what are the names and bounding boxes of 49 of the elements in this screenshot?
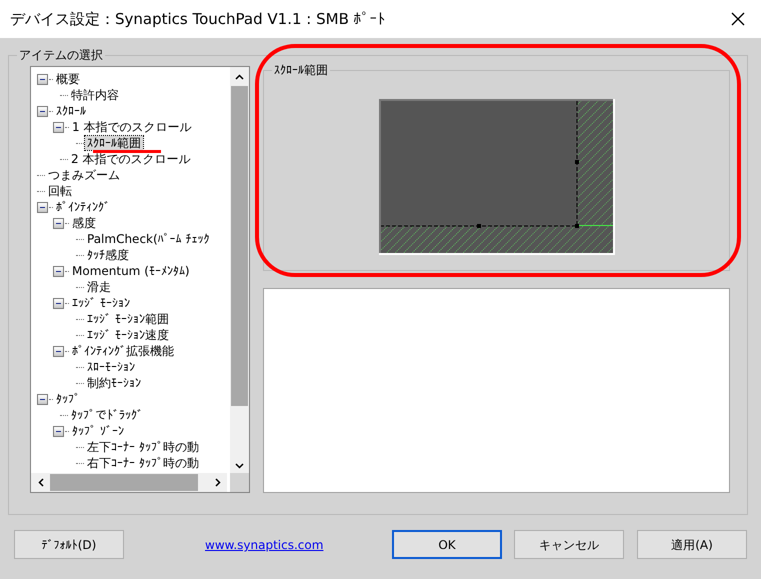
group-title: アイテムの選択 xyxy=(18,48,104,62)
tree-item[interactable]: ﾎﾟｲﾝﾃｨﾝｸﾞ拡張機能 xyxy=(70,344,176,358)
tree-item[interactable]: ｴｯｼﾞ ﾓｰｼｮﾝ xyxy=(70,296,132,310)
close-icon xyxy=(731,12,745,26)
scrollbar-corner xyxy=(230,473,249,492)
tree-item[interactable]: ﾀｯﾁ感度 xyxy=(85,248,131,262)
tree-item[interactable]: 感度 xyxy=(70,216,98,230)
scrollbar-thumb[interactable] xyxy=(231,86,248,406)
window-title: デバイス設定：Synaptics TouchPad V1.1 : SMB ﾎﾟｰﾄ xyxy=(10,8,386,30)
collapse-icon[interactable] xyxy=(37,74,48,85)
cancel-button[interactable]: キャンセル xyxy=(514,530,624,559)
tree-item[interactable]: 左下ｺｰﾅｰ ﾀｯﾌﾟ時の動 xyxy=(85,440,201,454)
horizontal-scrollbar[interactable] xyxy=(31,473,227,492)
default-button[interactable]: ﾃﾞﾌｫﾙﾄ(D) xyxy=(14,530,124,559)
tree-item[interactable]: 特許内容 xyxy=(69,88,121,102)
tree-item[interactable]: 制約ﾓｰｼｮﾝ xyxy=(85,376,143,390)
collapse-icon[interactable] xyxy=(53,266,64,277)
tree-item[interactable]: 1 本指でのスクロール xyxy=(70,120,194,134)
collapse-icon[interactable] xyxy=(53,346,64,357)
tree-item[interactable]: つまみズーム xyxy=(46,168,122,182)
tree-item[interactable]: ﾎﾟｲﾝﾃｨﾝｸﾞ xyxy=(54,200,112,214)
apply-button[interactable]: 適用(A) xyxy=(637,530,747,559)
tree-item[interactable]: 滑走 xyxy=(85,280,113,294)
tree-item[interactable]: ﾀｯﾌﾟ ｿﾞｰﾝ xyxy=(70,424,126,438)
ok-button[interactable]: OK xyxy=(392,530,502,559)
tree-item[interactable]: Momentum (ﾓｰﾒﾝﾀﾑ) xyxy=(70,264,192,278)
collapse-icon[interactable] xyxy=(53,298,64,309)
tree-item[interactable]: ｽﾛｰﾓｰｼｮﾝ xyxy=(85,360,137,374)
vertical-scrollbar[interactable] xyxy=(230,67,249,476)
tree-item[interactable]: 2 本指でのスクロール xyxy=(69,152,192,166)
tree-item[interactable]: 回転 xyxy=(46,184,74,198)
website-link[interactable]: www.synaptics.com xyxy=(205,536,324,554)
collapse-icon[interactable] xyxy=(53,218,64,229)
tree-item[interactable]: ｽｸﾛｰﾙ xyxy=(54,104,88,118)
scrollbar-thumb[interactable] xyxy=(50,474,198,492)
tree-item[interactable]: ｽｸﾛｰﾙ範囲 xyxy=(85,136,143,150)
tree-item[interactable]: ｴｯｼﾞ ﾓｰｼｮﾝ範囲 xyxy=(85,312,171,326)
tree-item[interactable]: ﾀｯﾌﾟ xyxy=(54,392,82,406)
collapse-icon[interactable] xyxy=(37,394,48,405)
collapse-icon[interactable] xyxy=(53,426,64,437)
tree-item[interactable]: ﾀｯﾌﾟでﾄﾞﾗｯｸﾞ xyxy=(69,408,145,422)
tree-item[interactable]: PalmCheck(ﾊﾟｰﾑ ﾁｪｯｸ xyxy=(85,232,212,246)
tree-item[interactable]: ｴｯｼﾞ ﾓｰｼｮﾝ速度 xyxy=(85,328,171,342)
tree-item[interactable]: 概要 xyxy=(54,72,82,86)
collapse-icon[interactable] xyxy=(37,202,48,213)
collapse-icon[interactable] xyxy=(37,106,48,117)
group-title: ｽｸﾛｰﾙ範囲 xyxy=(273,63,329,78)
collapse-icon[interactable] xyxy=(53,122,64,133)
tree-item[interactable]: 右下ｺｰﾅｰ ﾀｯﾌﾟ時の動 xyxy=(85,456,201,470)
